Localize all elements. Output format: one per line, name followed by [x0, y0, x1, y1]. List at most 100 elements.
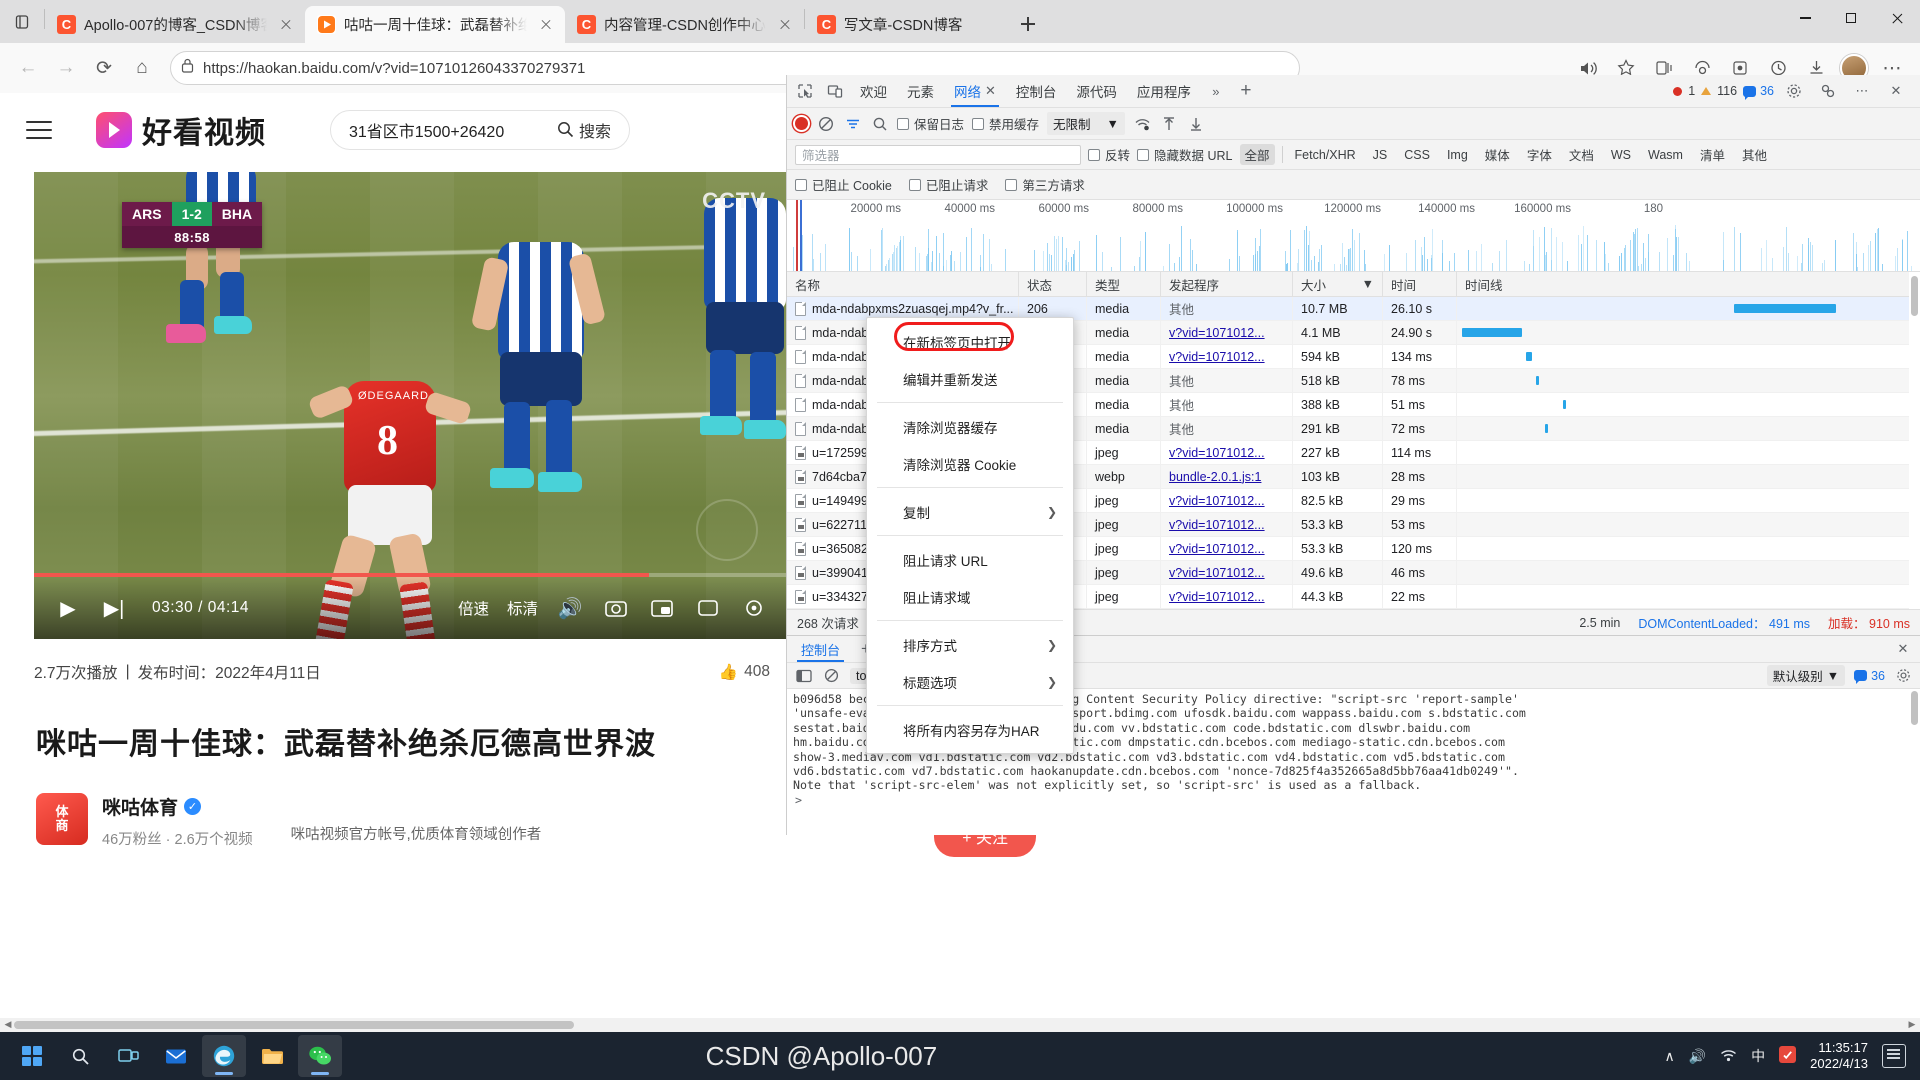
- scroll-right-arrow-icon[interactable]: ▶: [1906, 1019, 1918, 1031]
- context-menu-item[interactable]: 将所有内容另存为HAR: [867, 711, 1073, 748]
- tab-welcome[interactable]: 欢迎: [851, 75, 896, 107]
- console-sidebar-icon[interactable]: [794, 666, 813, 685]
- column-header-size[interactable]: 大小 ▼: [1293, 272, 1383, 297]
- volume-icon[interactable]: 🔊: [1689, 1048, 1706, 1065]
- close-icon[interactable]: [535, 14, 557, 36]
- column-header-waterfall[interactable]: 时间线: [1457, 272, 1920, 297]
- close-icon[interactable]: ✕: [1892, 638, 1914, 660]
- quality-button[interactable]: 标清: [507, 597, 538, 619]
- windows-start-icon[interactable]: [10, 1035, 54, 1077]
- network-conditions-icon[interactable]: [1133, 114, 1152, 133]
- cell-initiator[interactable]: v?vid=1071012...: [1161, 489, 1293, 513]
- next-icon[interactable]: ▶|: [100, 594, 128, 622]
- edge-icon[interactable]: [202, 1035, 246, 1077]
- device-toolbar-icon[interactable]: [821, 78, 849, 104]
- filter-icon[interactable]: [843, 114, 862, 133]
- filter-type-wasm[interactable]: Wasm: [1643, 147, 1688, 163]
- tab-search-icon[interactable]: [0, 0, 44, 43]
- cell-initiator[interactable]: v?vid=1071012...: [1161, 609, 1293, 610]
- search-icon[interactable]: [870, 114, 889, 133]
- search-icon[interactable]: [58, 1035, 102, 1077]
- more-options-icon[interactable]: ⋯: [1848, 78, 1876, 104]
- filter-input[interactable]: 筛选器: [795, 145, 1081, 165]
- close-devtools-icon[interactable]: ✕: [1882, 78, 1910, 104]
- console-level-selector[interactable]: 默认级别 ▼: [1767, 665, 1845, 686]
- context-menu[interactable]: 在新标签页中打开编辑并重新发送清除浏览器缓存清除浏览器 Cookie复制❯阻止请…: [866, 317, 1074, 754]
- message-count-chip[interactable]: 36: [1743, 84, 1774, 98]
- cell-initiator[interactable]: v?vid=1071012...: [1161, 321, 1293, 345]
- column-header-status[interactable]: 状态: [1019, 272, 1087, 297]
- context-menu-item[interactable]: 阻止请求 URL: [867, 541, 1073, 578]
- context-menu-item[interactable]: 编辑并重新发送: [867, 360, 1073, 397]
- cell-initiator[interactable]: bundle-2.0.1.js:1: [1161, 465, 1293, 489]
- blocked-cookies-checkbox[interactable]: 已阻止 Cookie: [795, 175, 892, 194]
- filter-type-manifest[interactable]: 清单: [1695, 144, 1730, 165]
- column-header-name[interactable]: 名称: [787, 272, 1019, 297]
- filter-type-other[interactable]: 其他: [1737, 144, 1772, 165]
- close-icon[interactable]: ✕: [985, 83, 996, 99]
- context-menu-item[interactable]: 清除浏览器缓存: [867, 408, 1073, 445]
- notification-center-icon[interactable]: [1882, 1044, 1906, 1068]
- web-fullscreen-icon[interactable]: [740, 594, 768, 622]
- screenshot-icon[interactable]: [602, 594, 630, 622]
- tab-console[interactable]: 控制台: [1007, 75, 1066, 107]
- avatar[interactable]: 体 商: [36, 793, 88, 845]
- cell-initiator[interactable]: v?vid=1071012...: [1161, 513, 1293, 537]
- context-menu-item[interactable]: 阻止请求域: [867, 578, 1073, 615]
- play-icon[interactable]: ▶: [54, 594, 82, 622]
- video-player[interactable]: ØDEGAARD 8 ARS 1-2 BHA 88:58 CCTV: [34, 172, 788, 639]
- like-button[interactable]: 👍 408: [719, 663, 770, 682]
- close-icon[interactable]: [774, 14, 796, 36]
- browser-tab-2[interactable]: 咕咕一周十佳球：武磊替补绝杀厄: [305, 6, 565, 43]
- filter-type-img[interactable]: Img: [1442, 147, 1473, 163]
- scroll-left-arrow-icon[interactable]: ◀: [2, 1019, 14, 1031]
- taskbar-clock[interactable]: 11:35:17 2022/4/13: [1810, 1040, 1868, 1073]
- preserve-log-checkbox[interactable]: 保留日志: [897, 114, 964, 133]
- context-menu-item[interactable]: 标题选项❯: [867, 663, 1073, 700]
- filter-type-css[interactable]: CSS: [1399, 147, 1435, 163]
- hide-data-urls-checkbox[interactable]: 隐藏数据 URL: [1137, 145, 1232, 164]
- context-menu-item[interactable]: 清除浏览器 Cookie: [867, 445, 1073, 482]
- reload-icon[interactable]: ⟳: [86, 50, 122, 86]
- fullscreen-icon[interactable]: [694, 594, 722, 622]
- playback-speed-button[interactable]: 倍速: [458, 597, 489, 619]
- console-scrollbar[interactable]: [1909, 689, 1920, 835]
- cell-initiator[interactable]: v?vid=1071012...: [1161, 441, 1293, 465]
- network-table-scrollbar[interactable]: [1909, 272, 1920, 609]
- filter-type-fetch-xhr[interactable]: Fetch/XHR: [1290, 147, 1361, 163]
- column-header-initiator[interactable]: 发起程序: [1161, 272, 1293, 297]
- console-prompt[interactable]: >: [793, 793, 1914, 807]
- error-warning-counts[interactable]: 1 116: [1673, 84, 1737, 98]
- cell-initiator[interactable]: v?vid=1071012...: [1161, 537, 1293, 561]
- invert-checkbox[interactable]: 反转: [1088, 145, 1130, 164]
- clear-circle-icon[interactable]: [816, 114, 835, 133]
- export-har-icon[interactable]: [1187, 114, 1206, 133]
- customize-icon[interactable]: [1814, 78, 1842, 104]
- console-settings-gear-icon[interactable]: [1894, 666, 1913, 685]
- disable-cache-checkbox[interactable]: 禁用缓存: [972, 114, 1039, 133]
- record-stop-icon[interactable]: [795, 117, 808, 130]
- volume-icon[interactable]: 🔊: [556, 594, 584, 622]
- filter-type-js[interactable]: JS: [1368, 147, 1393, 163]
- tab-application[interactable]: 应用程序: [1128, 75, 1200, 107]
- filter-type-media[interactable]: 媒体: [1480, 144, 1515, 165]
- plus-icon[interactable]: +: [1232, 78, 1260, 104]
- filter-type-all[interactable]: 全部: [1240, 144, 1275, 165]
- filter-type-doc[interactable]: 文档: [1564, 144, 1599, 165]
- mail-icon[interactable]: [154, 1035, 198, 1077]
- browser-tab-1[interactable]: C Apollo-007的博客_CSDN博客-领: [45, 6, 305, 43]
- cell-initiator[interactable]: v?vid=1071012...: [1161, 561, 1293, 585]
- close-icon[interactable]: [275, 14, 297, 36]
- site-search-box[interactable]: 31省区市1500+26420 搜索: [330, 110, 630, 150]
- search-button[interactable]: 搜索: [557, 118, 625, 142]
- menu-hamburger-icon[interactable]: [26, 121, 52, 139]
- drawer-tab-console[interactable]: 控制台: [793, 636, 848, 662]
- filter-type-ws[interactable]: WS: [1606, 147, 1636, 163]
- search-input[interactable]: 31省区市1500+26420: [349, 118, 557, 142]
- file-explorer-icon[interactable]: [250, 1035, 294, 1077]
- show-hidden-icons-icon[interactable]: ∧: [1664, 1048, 1674, 1065]
- home-icon[interactable]: ⌂: [124, 50, 160, 86]
- cell-initiator[interactable]: v?vid=1071012...: [1161, 585, 1293, 609]
- chevron-double-right-icon[interactable]: »: [1202, 78, 1230, 104]
- tab-sources[interactable]: 源代码: [1067, 75, 1126, 107]
